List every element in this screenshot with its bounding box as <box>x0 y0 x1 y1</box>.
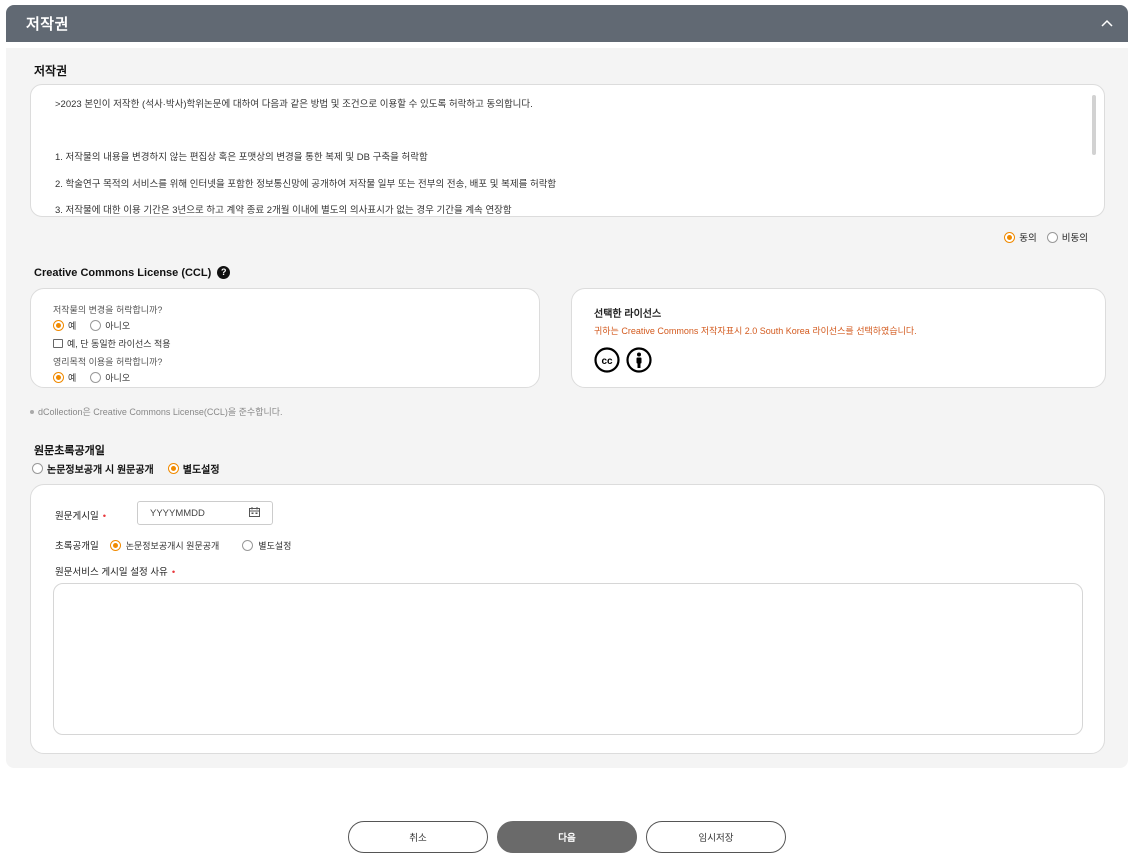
help-icon[interactable]: ? <box>217 266 231 279</box>
abstract-open-label: 초록공개일 <box>55 541 99 552</box>
ccl-q1-options: 예 아니오 <box>53 319 539 332</box>
ccl-q1-sub-option: 예, 단 동일한 라이선스 적용 <box>53 337 539 350</box>
selected-license-card: 선택한 라이선스 귀하는 Creative Commons 저작자표시 2.0 … <box>571 288 1106 388</box>
calendar-icon[interactable] <box>249 506 260 520</box>
ccl-q1: 저작물의 변경을 허락합니까? <box>53 305 163 315</box>
terms-item-2: 2. 학술연구 목적의 서비스를 위해 인터넷을 포함한 정보통신망에 공개하여… <box>55 178 557 190</box>
reason-label: 원문서비스 게시일 설정 사유 • <box>55 564 175 578</box>
disagree-radio[interactable] <box>1046 231 1058 243</box>
save-temp-button[interactable]: 임시저장 <box>646 821 786 853</box>
ccl-q1-no-label: 아니오 <box>105 321 131 331</box>
ccl-note-text: dCollection은 Creative Commons License(CC… <box>38 407 283 417</box>
open-with-info-label: 논문정보공개 시 원문공개 <box>47 465 154 476</box>
agree-radio[interactable] <box>1004 231 1016 243</box>
required-mark: • <box>102 511 107 522</box>
post-date-label-text: 원문게시일 <box>55 511 99 522</box>
next-button[interactable]: 다음 <box>497 821 637 853</box>
cc-icon: cc <box>594 347 620 378</box>
ccl-q2-no-label: 아니오 <box>105 373 131 383</box>
copyright-section-title: 저작권 <box>34 64 68 78</box>
ccl-options-card: 저작물의 변경을 허락합니까? 예 아니오 예, 단 동일한 라이선스 적용 영… <box>30 288 540 388</box>
chevron-up-icon[interactable] <box>1100 17 1114 31</box>
ccl-q1-yes-radio[interactable] <box>53 320 64 331</box>
license-icons: cc <box>594 347 1105 378</box>
abstract-with-info-radio[interactable] <box>109 539 121 551</box>
ccl-q2: 영리목적 이용을 허락합니까? <box>53 357 163 367</box>
post-date-input[interactable]: YYYYMMDD <box>137 501 273 525</box>
svg-text:cc: cc <box>601 356 613 367</box>
reason-textarea[interactable] <box>53 583 1083 735</box>
agree-label: 동의 <box>1019 233 1037 244</box>
attribution-icon <box>626 347 652 378</box>
cancel-button[interactable]: 취소 <box>348 821 488 853</box>
ccl-title: Creative Commons License (CCL) ? <box>34 266 231 279</box>
selected-license-desc: 귀하는 Creative Commons 저작자표시 2.0 South Kor… <box>594 326 917 336</box>
copyright-terms-box[interactable]: >2023 본인이 저작한 (석사·박사)학위논문에 대하여 다음과 같은 방법… <box>30 84 1105 217</box>
post-date-label: 원문게시일 • <box>55 508 106 522</box>
bullet-icon <box>30 409 34 414</box>
scrollbar[interactable] <box>1092 95 1096 155</box>
disagree-label: 비동의 <box>1061 233 1088 244</box>
same-license-checkbox[interactable] <box>53 339 63 348</box>
terms-item-1: 1. 저작물의 내용을 변경하지 않는 편집상 혹은 포맷상의 변경을 통한 복… <box>55 152 428 164</box>
reason-label-text: 원문서비스 게시일 설정 사유 <box>55 567 168 578</box>
original-open-radio-group: 논문정보공개 시 원문공개 별도설정 <box>32 461 220 476</box>
ccl-title-text: Creative Commons License (CCL) <box>34 266 212 279</box>
section-header-title: 저작권 <box>26 16 69 33</box>
open-with-info-radio[interactable] <box>32 463 43 474</box>
ccl-q2-no-radio[interactable] <box>90 372 102 383</box>
same-license-label: 예, 단 동일한 라이선스 적용 <box>67 339 171 349</box>
ccl-q1-no-radio[interactable] <box>90 320 102 331</box>
ccl-q2-options: 예 아니오 <box>53 371 539 384</box>
agree-radio-group: 동의 비동의 <box>1004 230 1088 244</box>
ccl-note: dCollection은 Creative Commons License(CC… <box>30 405 283 418</box>
post-date-placeholder: YYYYMMDD <box>150 507 205 519</box>
ccl-q2-yes-label: 예 <box>68 373 77 383</box>
abstract-custom-radio[interactable] <box>242 539 254 551</box>
ccl-q2-yes-radio[interactable] <box>53 372 64 383</box>
required-mark: • <box>171 567 176 578</box>
section-header[interactable]: 저작권 <box>6 5 1128 42</box>
abstract-custom-label: 별도설정 <box>258 540 292 551</box>
abstract-with-info-label: 논문정보공개시 원문공개 <box>125 540 220 551</box>
selected-license-title: 선택한 라이선스 <box>594 309 662 320</box>
terms-intro: >2023 본인이 저작한 (석사·박사)학위논문에 대하여 다음과 같은 방법… <box>55 99 533 110</box>
custom-setting-label: 별도설정 <box>182 465 220 476</box>
copyright-panel: 저작권 >2023 본인이 저작한 (석사·박사)학위논문에 대하여 다음과 같… <box>6 48 1128 768</box>
original-settings-card: 원문게시일 • YYYYMMDD 초록공개일 논문정보공개시 원문공개 별도설정 … <box>30 484 1105 754</box>
ccl-q1-yes-label: 예 <box>68 321 77 331</box>
terms-item-3: 3. 저작물에 대한 이용 기간은 3년으로 하고 계약 종료 2개월 이내에 … <box>55 205 512 217</box>
original-open-date-title: 원문초록공개일 <box>34 445 105 457</box>
abstract-open-row: 초록공개일 논문정보공개시 원문공개 별도설정 <box>55 538 291 552</box>
custom-setting-radio[interactable] <box>167 463 179 474</box>
